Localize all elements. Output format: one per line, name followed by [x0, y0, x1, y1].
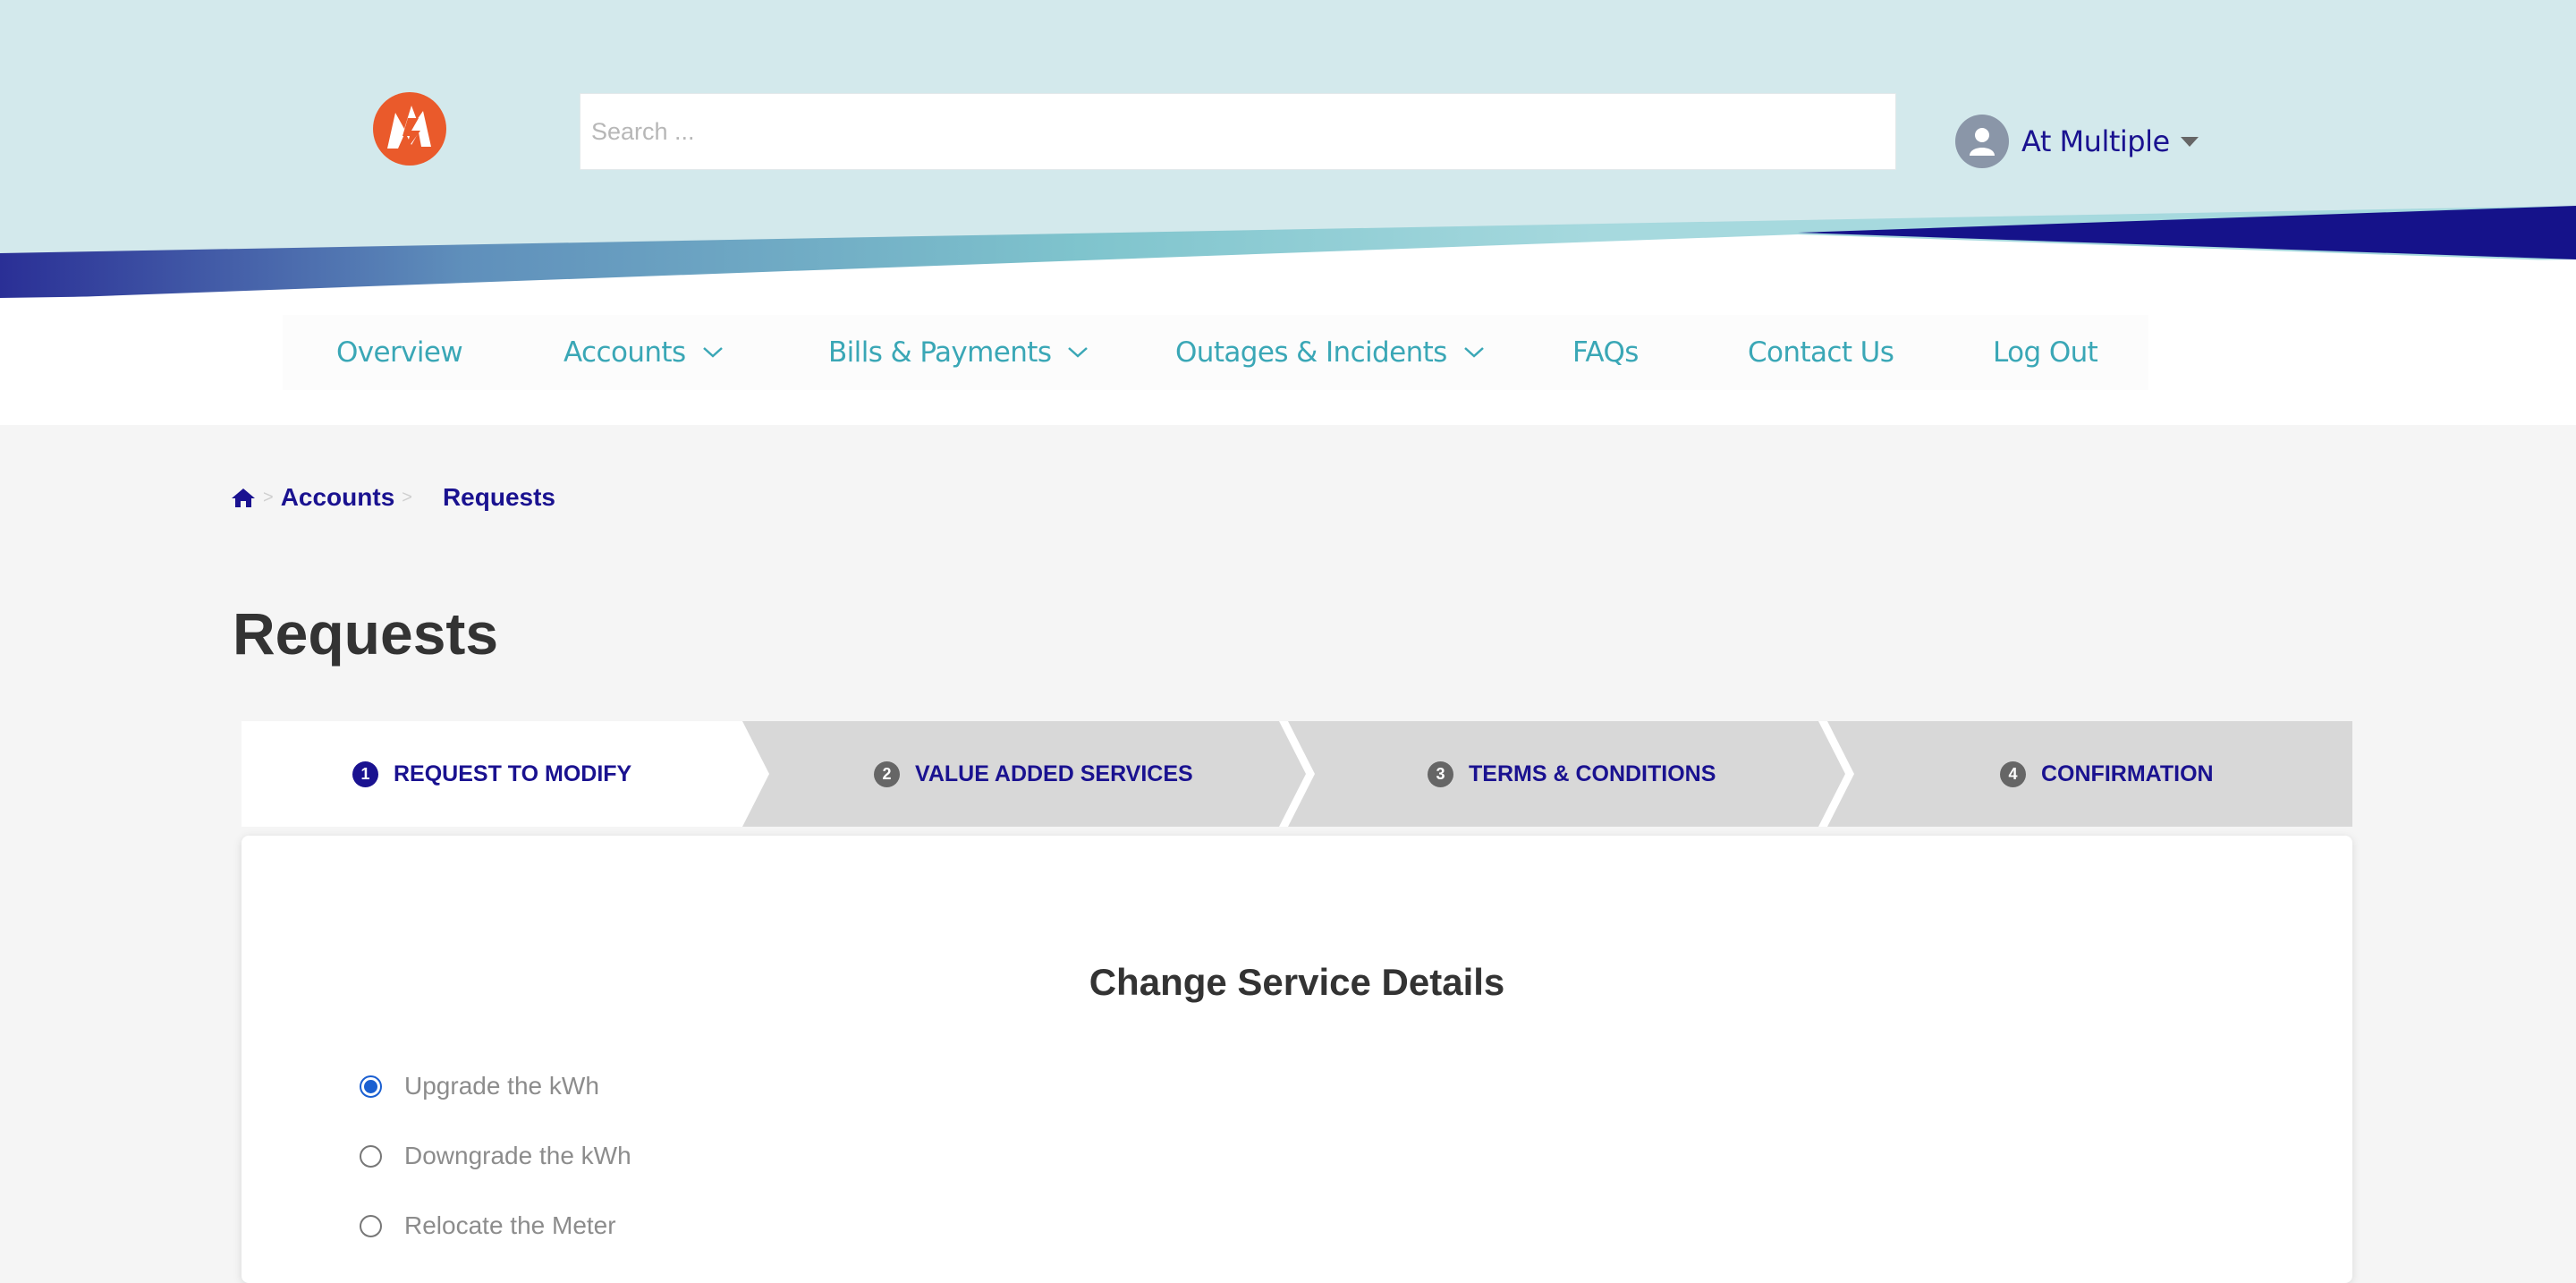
breadcrumb-separator: >: [263, 487, 274, 507]
radio-button[interactable]: [360, 1144, 382, 1168]
radio-button[interactable]: [360, 1075, 382, 1098]
nav-item-bills-payments[interactable]: Bills & Payments: [828, 315, 1089, 390]
option-label: Upgrade the kWh: [404, 1072, 599, 1100]
step-label: REQUEST TO MODIFY: [394, 760, 632, 786]
nav-label: Overview: [336, 336, 463, 369]
request-stepper: 1 REQUEST TO MODIFY 2 VALUE ADDED SERVIC…: [242, 721, 2352, 827]
breadcrumb-item-accounts[interactable]: Accounts: [281, 483, 395, 512]
breadcrumb: > Accounts > Requests: [231, 480, 555, 515]
step-number: 3: [1428, 760, 1453, 787]
form-title: Change Service Details: [1089, 961, 1505, 1003]
page-title: Requests: [233, 600, 499, 667]
nav-item-log-out[interactable]: Log Out: [1993, 315, 2098, 390]
chevron-down-icon: [1068, 347, 1089, 358]
nav-label: Log Out: [1993, 336, 2098, 369]
breadcrumb-separator: >: [402, 487, 412, 507]
step-label: CONFIRMATION: [2041, 760, 2214, 786]
step-number: 2: [874, 760, 900, 787]
step-value-added-services[interactable]: 2 VALUE ADDED SERVICES: [874, 721, 1193, 827]
breadcrumb-item-requests: Requests: [442, 483, 555, 511]
option-label: Relocate the Meter: [404, 1211, 616, 1239]
change-service-card: Change Service Details Upgrade the kWh D…: [242, 836, 2352, 1283]
main-nav: Overview Accounts Bills & Payments Outag…: [283, 315, 2148, 390]
step-number: 1: [352, 760, 378, 787]
step-number: 4: [2000, 760, 2026, 787]
user-menu[interactable]: At Multiple: [1955, 113, 2199, 170]
nav-label: Outages & Incidents: [1175, 336, 1447, 369]
user-avatar-icon: [1955, 115, 2009, 168]
radio-button[interactable]: [360, 1214, 382, 1237]
chevron-down-icon: [1463, 347, 1484, 358]
step-terms-conditions[interactable]: 3 TERMS & CONDITIONS: [1428, 721, 1716, 827]
option-relocate-meter[interactable]: Relocate the Meter: [360, 1211, 616, 1240]
step-request-to-modify[interactable]: 1 REQUEST TO MODIFY: [352, 721, 631, 827]
option-label: Downgrade the kWh: [404, 1142, 631, 1169]
nav-label: Bills & Payments: [828, 336, 1052, 369]
nav-item-outages-incidents[interactable]: Outages & Incidents: [1175, 315, 1485, 390]
caret-down-icon: [2180, 136, 2199, 147]
home-icon[interactable]: [231, 487, 256, 508]
company-logo[interactable]: [372, 91, 447, 166]
nav-item-contact-us[interactable]: Contact Us: [1748, 315, 1894, 390]
nav-label: FAQs: [1572, 336, 1639, 369]
step-confirmation[interactable]: 4 CONFIRMATION: [2000, 721, 2214, 827]
nav-label: Contact Us: [1748, 336, 1894, 369]
option-downgrade-kwh[interactable]: Downgrade the kWh: [360, 1142, 631, 1170]
user-name: At Multiple: [2021, 124, 2170, 158]
step-label: TERMS & CONDITIONS: [1469, 760, 1716, 786]
nav-item-overview[interactable]: Overview: [336, 315, 463, 390]
site-header: At Multiple Overview Accounts Bills & Pa…: [0, 0, 2576, 425]
nav-item-faqs[interactable]: FAQs: [1572, 315, 1639, 390]
nav-item-accounts[interactable]: Accounts: [564, 315, 724, 390]
option-upgrade-kwh[interactable]: Upgrade the kWh: [360, 1072, 599, 1100]
search-input[interactable]: [580, 93, 1896, 170]
nav-label: Accounts: [564, 336, 686, 369]
chevron-down-icon: [702, 347, 723, 358]
step-label: VALUE ADDED SERVICES: [915, 760, 1193, 786]
